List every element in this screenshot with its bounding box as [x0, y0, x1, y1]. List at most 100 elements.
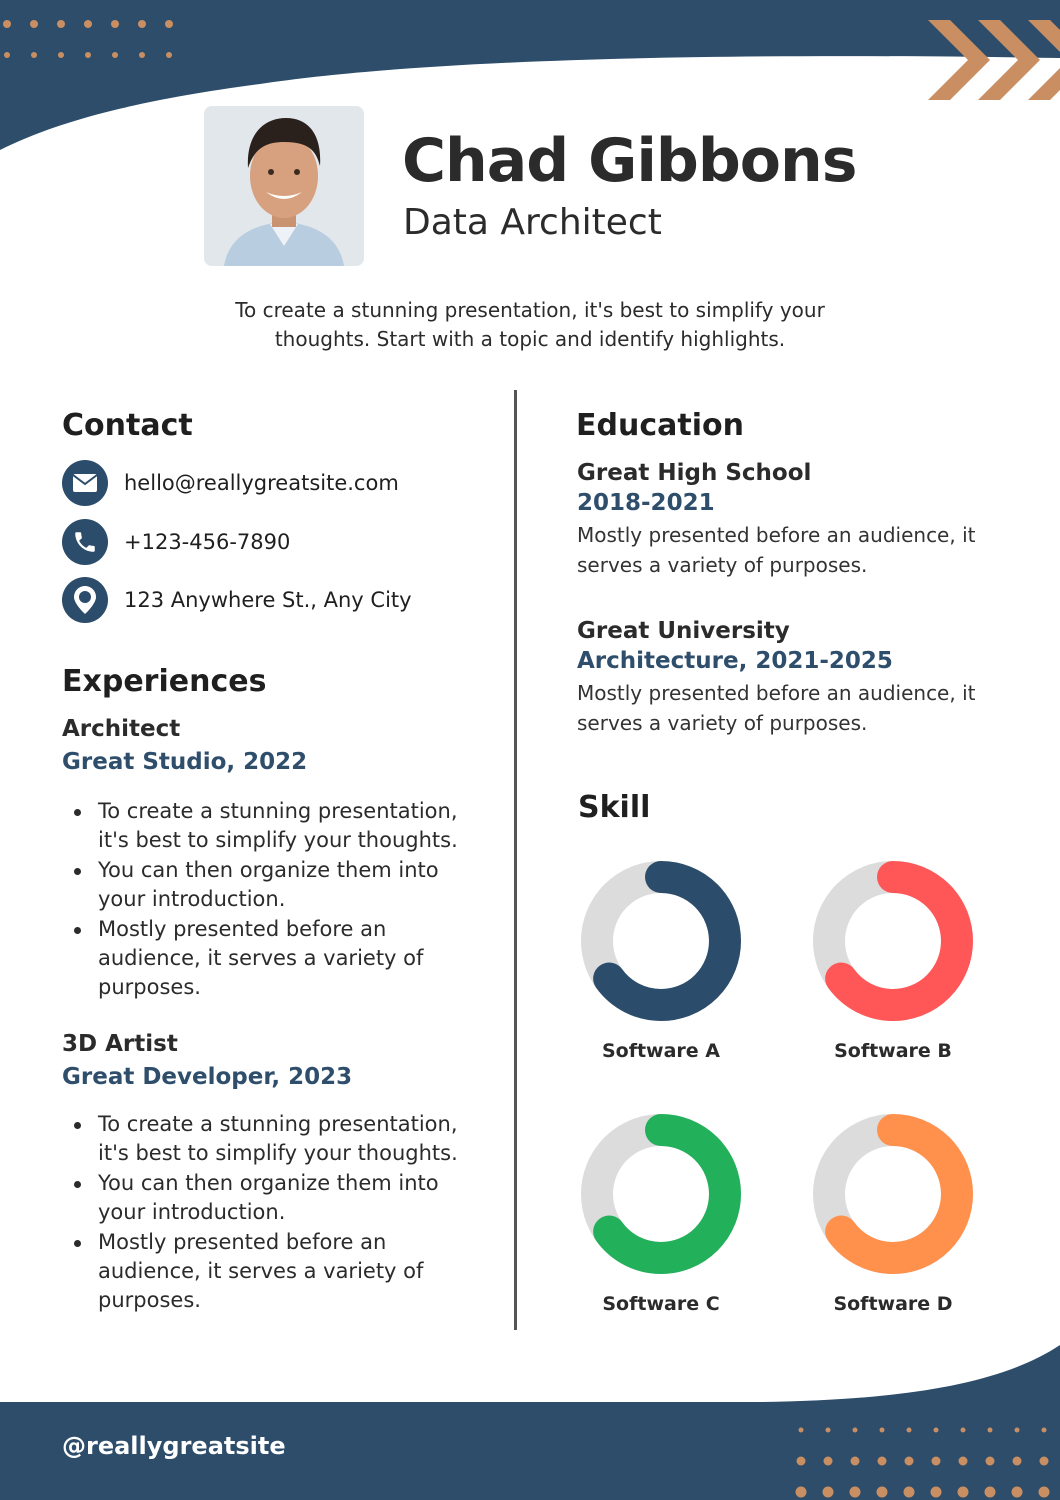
decor-dot — [31, 52, 37, 58]
decor-dot — [57, 20, 65, 28]
job-bullets: To create a stunning presentation, it's … — [62, 1110, 462, 1316]
chevron-arrows-decoration — [928, 20, 1060, 100]
skill-item: Software D — [793, 1113, 993, 1315]
decor-dot — [1012, 1456, 1022, 1466]
bullet-item: To create a stunning presentation, it's … — [62, 797, 462, 856]
decor-dot — [85, 52, 91, 58]
decor-dot — [960, 1427, 966, 1433]
education-entry: Great High School 2018-2021 Mostly prese… — [577, 460, 997, 580]
experiences-heading: Experiences — [62, 664, 267, 699]
decor-dot — [957, 1486, 969, 1498]
contact-address-text: 123 Anywhere St., Any City — [124, 588, 412, 612]
skill-donut — [581, 1114, 741, 1274]
decor-dot — [1041, 1427, 1047, 1433]
bottom-navy-wave — [0, 1345, 1060, 1500]
decor-dot — [796, 1456, 806, 1466]
job-organization: Great Developer, 2023 — [62, 1064, 353, 1090]
decor-dot — [4, 52, 10, 58]
skill-item: Software B — [793, 860, 993, 1062]
mail-icon — [62, 460, 108, 506]
education-heading: Education — [576, 408, 744, 443]
decor-dot — [822, 1486, 834, 1498]
school-name: Great High School — [577, 460, 812, 486]
contact-phone-text: +123-456-7890 — [124, 530, 291, 554]
contact-heading: Contact — [62, 408, 193, 443]
decor-dot — [931, 1456, 941, 1466]
skill-donut — [813, 1114, 973, 1274]
decor-dot — [877, 1456, 887, 1466]
decor-dot — [876, 1486, 888, 1498]
decor-dot — [30, 20, 38, 28]
decor-dot — [823, 1456, 833, 1466]
skill-heading: Skill — [578, 790, 651, 825]
person-portrait-icon — [204, 106, 364, 266]
decor-dot — [850, 1456, 860, 1466]
column-divider — [514, 390, 517, 1330]
footer-handle[interactable]: @reallygreatsite — [62, 1432, 286, 1460]
intro-text: To create a stunning presentation, it's … — [235, 298, 825, 351]
decor-dot — [930, 1486, 942, 1498]
contact-address[interactable]: 123 Anywhere St., Any City — [62, 577, 412, 623]
decor-dot — [1038, 1486, 1050, 1498]
school-description: Mostly presented before an audience, it … — [577, 681, 976, 735]
decor-dot — [958, 1456, 968, 1466]
decor-dot — [139, 52, 145, 58]
contact-phone[interactable]: +123-456-7890 — [62, 519, 290, 565]
school-description: Mostly presented before an audience, it … — [577, 523, 976, 577]
decor-dot — [3, 20, 11, 28]
job-bullets: To create a stunning presentation, it's … — [62, 797, 462, 1003]
decor-dot — [904, 1456, 914, 1466]
school-dates: Architecture, 2021-2025 — [577, 648, 893, 674]
decor-dot — [798, 1427, 804, 1433]
decor-dot — [165, 20, 173, 28]
decor-dot — [138, 20, 146, 28]
decor-dot — [984, 1486, 996, 1498]
decor-dot — [166, 52, 172, 58]
decor-dot — [825, 1427, 831, 1433]
skill-label: Software A — [601, 1040, 721, 1062]
location-pin-icon — [62, 577, 108, 623]
person-name: Chad Gibbons — [402, 126, 857, 196]
experience-entry: Architect Great Studio, 2022 — [62, 716, 307, 775]
phone-icon — [62, 519, 108, 565]
decor-dot — [985, 1456, 995, 1466]
school-name: Great University — [577, 618, 790, 644]
decor-dot — [112, 52, 118, 58]
decor-dot — [58, 52, 64, 58]
bullet-item: Mostly presented before an audience, it … — [62, 915, 462, 1003]
decor-dot — [111, 20, 119, 28]
school-dates: 2018-2021 — [577, 490, 715, 516]
decor-dot — [879, 1427, 885, 1433]
bullet-item: You can then organize them into your int… — [62, 1169, 462, 1228]
decor-dot — [906, 1427, 912, 1433]
job-role: Data Architect — [403, 202, 662, 243]
bullet-item: You can then organize them into your int… — [62, 856, 462, 915]
decor-dot — [852, 1427, 858, 1433]
contact-email-text: hello@reallygreatsite.com — [124, 471, 399, 495]
decor-dot — [1039, 1456, 1049, 1466]
job-organization: Great Studio, 2022 — [62, 749, 308, 775]
decor-dot — [1011, 1486, 1023, 1498]
bullet-item: To create a stunning presentation, it's … — [62, 1110, 462, 1169]
decor-dot — [903, 1486, 915, 1498]
decor-dot — [84, 20, 92, 28]
education-entry: Great University Architecture, 2021-2025… — [577, 618, 997, 738]
bullet-item: Mostly presented before an audience, it … — [62, 1228, 462, 1316]
skill-donut — [581, 861, 741, 1021]
decor-dot — [987, 1427, 993, 1433]
skill-label: Software B — [834, 1040, 952, 1062]
skill-donut — [813, 861, 973, 1021]
decor-dot — [933, 1427, 939, 1433]
skill-item: Software A — [561, 860, 761, 1062]
decor-dot — [1014, 1427, 1020, 1433]
decor-dot — [795, 1486, 807, 1498]
decor-dot — [849, 1486, 861, 1498]
experience-entry: 3D Artist Great Developer, 2023 — [62, 1031, 352, 1090]
skill-item: Software C — [561, 1113, 761, 1315]
profile-photo — [204, 106, 364, 266]
contact-email[interactable]: hello@reallygreatsite.com — [62, 460, 399, 506]
job-title: Architect — [62, 716, 181, 742]
job-title: 3D Artist — [62, 1031, 178, 1057]
skill-label: Software C — [602, 1293, 720, 1315]
skill-label: Software D — [833, 1293, 953, 1315]
